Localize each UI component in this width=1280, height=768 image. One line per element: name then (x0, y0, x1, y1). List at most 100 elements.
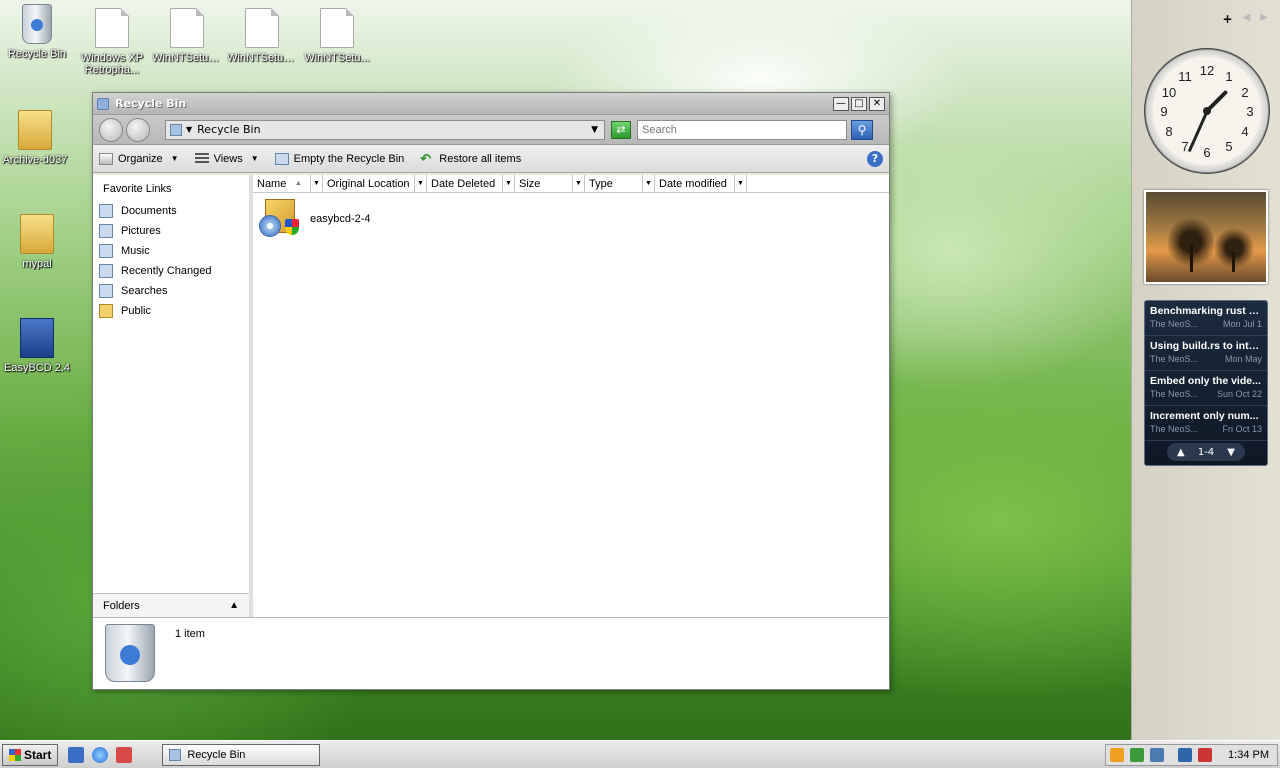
feed-source: The NeoS... (1150, 319, 1199, 329)
music-icon (99, 244, 113, 258)
feed-item[interactable]: Embed only the vide... The NeoS... Sun Oc… (1145, 371, 1267, 406)
document-icon (95, 8, 129, 48)
easybcd-icon (20, 318, 54, 358)
chevron-down-icon[interactable]: ▼ (502, 175, 514, 192)
back-button[interactable] (99, 117, 123, 142)
add-gadget-icon[interactable]: + (1223, 12, 1233, 26)
feed-title: Benchmarking rust c... (1150, 305, 1262, 317)
feed-date: Mon May (1224, 354, 1262, 364)
desktop-icon-winntsetup-2[interactable]: WinNTSetup... (227, 8, 297, 64)
feed-item[interactable]: Benchmarking rust c... The NeoS... Mon Ju… (1145, 301, 1267, 336)
clock-number: 10 (1161, 85, 1177, 100)
desktop-icon-recycle-bin[interactable]: Recycle Bin (2, 4, 72, 60)
chevron-down-icon[interactable]: ▼ (572, 175, 584, 192)
column-label: Date Deleted (431, 177, 496, 190)
clock-gadget[interactable]: 12 1 2 3 4 5 6 7 8 9 10 11 (1144, 48, 1270, 174)
refresh-button[interactable]: ⇄ (611, 120, 631, 139)
sidebar-item-documents[interactable]: Documents (93, 201, 249, 221)
tray-app-icon[interactable] (1130, 747, 1145, 762)
recently-changed-icon (99, 264, 113, 278)
maximize-button[interactable]: □ (851, 96, 867, 111)
explorer-body: Favorite Links Documents Pictures Music … (93, 175, 889, 617)
clock-number: 1 (1225, 69, 1233, 84)
restore-all-button[interactable]: ↶ Restore all items (420, 152, 521, 165)
title-bar[interactable]: Recycle Bin — □ ✕ (93, 93, 889, 115)
taskbar-button-recycle-bin[interactable]: Recycle Bin (162, 743, 321, 766)
column-header-type[interactable]: Type ▼ (585, 175, 655, 192)
sidebar-item-recently-changed[interactable]: Recently Changed (93, 261, 249, 281)
desktop-icon-easybcd[interactable]: EasyBCD 2.4 (2, 318, 72, 374)
feed-item[interactable]: Using build.rs to inte... The NeoS... Mon… (1145, 336, 1267, 371)
network-icon[interactable] (1178, 747, 1193, 762)
quick-launch-app-icon[interactable] (116, 746, 133, 763)
system-tray: 1:34 PM (1105, 743, 1278, 766)
feed-source: The NeoS... (1150, 389, 1199, 399)
address-bar[interactable]: ▼ Recycle Bin ▼ (165, 119, 605, 140)
clock-number: 9 (1160, 104, 1168, 119)
desktop-icon-windows-xp[interactable]: Windows XP Retropha... (77, 8, 147, 76)
sidebar-item-label: Documents (121, 205, 177, 217)
organize-button[interactable]: Organize ▼ (99, 152, 179, 165)
slideshow-gadget[interactable] (1144, 190, 1268, 284)
searches-icon (99, 284, 113, 298)
breadcrumb-arrow-icon[interactable]: ▼ (186, 125, 192, 134)
document-icon (245, 8, 279, 48)
help-icon[interactable]: ? (867, 150, 883, 167)
sidebar-item-label: Searches (121, 285, 168, 297)
close-button[interactable]: ✕ (869, 96, 885, 111)
item-count: 1 item (175, 628, 205, 640)
column-header-original-location[interactable]: Original Location ▼ (323, 175, 427, 192)
search-icon[interactable]: ⚲ (851, 119, 873, 140)
feed-item[interactable]: Increment only num... The NeoS... Fri Oct… (1145, 406, 1267, 441)
internet-explorer-icon[interactable] (92, 746, 109, 763)
tray-app-icon[interactable] (1150, 747, 1165, 762)
minimize-button[interactable]: — (833, 96, 849, 111)
column-header-date-deleted[interactable]: Date Deleted ▼ (427, 175, 515, 192)
desktop-icon-winntsetup-1[interactable]: WinNTSetup... (152, 8, 222, 64)
tray-app-icon[interactable] (1110, 747, 1125, 762)
sidebar-item-pictures[interactable]: Pictures (93, 221, 249, 241)
column-header-date-modified[interactable]: Date modified ▼ (655, 175, 747, 192)
desktop-icon-mypal[interactable]: mypal (2, 214, 72, 270)
folders-toggle[interactable]: Folders ▲ (93, 593, 249, 617)
previous-icon[interactable]: ◀ (1243, 12, 1251, 26)
sidebar-item-label: Pictures (121, 225, 161, 237)
column-header-name[interactable]: Name ▲ ▼ (253, 175, 323, 192)
chevron-up-icon: ▲ (229, 600, 239, 611)
address-toolbar: ▼ Recycle Bin ▼ ⇄ ⚲ (93, 115, 889, 145)
sidebar-item-searches[interactable]: Searches (93, 281, 249, 301)
chevron-down-icon[interactable]: ▼ (734, 175, 746, 192)
clock-face: 12 1 2 3 4 5 6 7 8 9 10 11 (1153, 57, 1261, 165)
desktop-icon-label: Windows XP Retropha... (80, 52, 144, 76)
feed-source: The NeoS... (1150, 424, 1199, 434)
views-icon (194, 152, 209, 165)
volume-muted-icon[interactable] (1198, 747, 1213, 762)
show-desktop-icon[interactable] (68, 746, 85, 763)
chevron-up-icon[interactable]: ▲ (1177, 447, 1185, 458)
desktop-icon-archive[interactable]: Archive-d037 (0, 110, 70, 166)
desktop-icon-winntsetup-3[interactable]: WinNTSetu... (302, 8, 372, 64)
clock-time[interactable]: 1:34 PM (1228, 749, 1269, 761)
chevron-down-icon[interactable]: ▼ (1227, 447, 1235, 458)
empty-recycle-bin-button[interactable]: Empty the Recycle Bin (274, 152, 404, 165)
chevron-down-icon[interactable]: ▼ (642, 175, 654, 192)
feed-pager: ▲ 1-4 ▼ (1167, 443, 1245, 461)
chevron-down-icon[interactable]: ▼ (414, 175, 426, 192)
desktop-icon-label: Recycle Bin (7, 48, 67, 60)
feed-title: Increment only num... (1150, 410, 1259, 422)
search-input[interactable] (637, 119, 847, 140)
next-icon[interactable]: ▶ (1260, 12, 1268, 26)
column-header-size[interactable]: Size ▼ (515, 175, 585, 192)
chevron-down-icon[interactable]: ▼ (591, 125, 598, 135)
start-button[interactable]: Start (2, 743, 59, 766)
recycle-bin-icon (22, 4, 52, 44)
sidebar-item-public[interactable]: Public (93, 301, 249, 321)
forward-button[interactable] (126, 117, 150, 142)
sidebar-item-music[interactable]: Music (93, 241, 249, 261)
sidebar-controls: + ◀ ▶ (1223, 12, 1268, 26)
list-item[interactable]: easybcd-2-4 (259, 197, 371, 241)
views-button[interactable]: Views ▼ (194, 152, 259, 165)
recycle-bin-icon (169, 748, 182, 761)
tree-trunk (1190, 244, 1193, 272)
chevron-down-icon[interactable]: ▼ (310, 175, 322, 192)
